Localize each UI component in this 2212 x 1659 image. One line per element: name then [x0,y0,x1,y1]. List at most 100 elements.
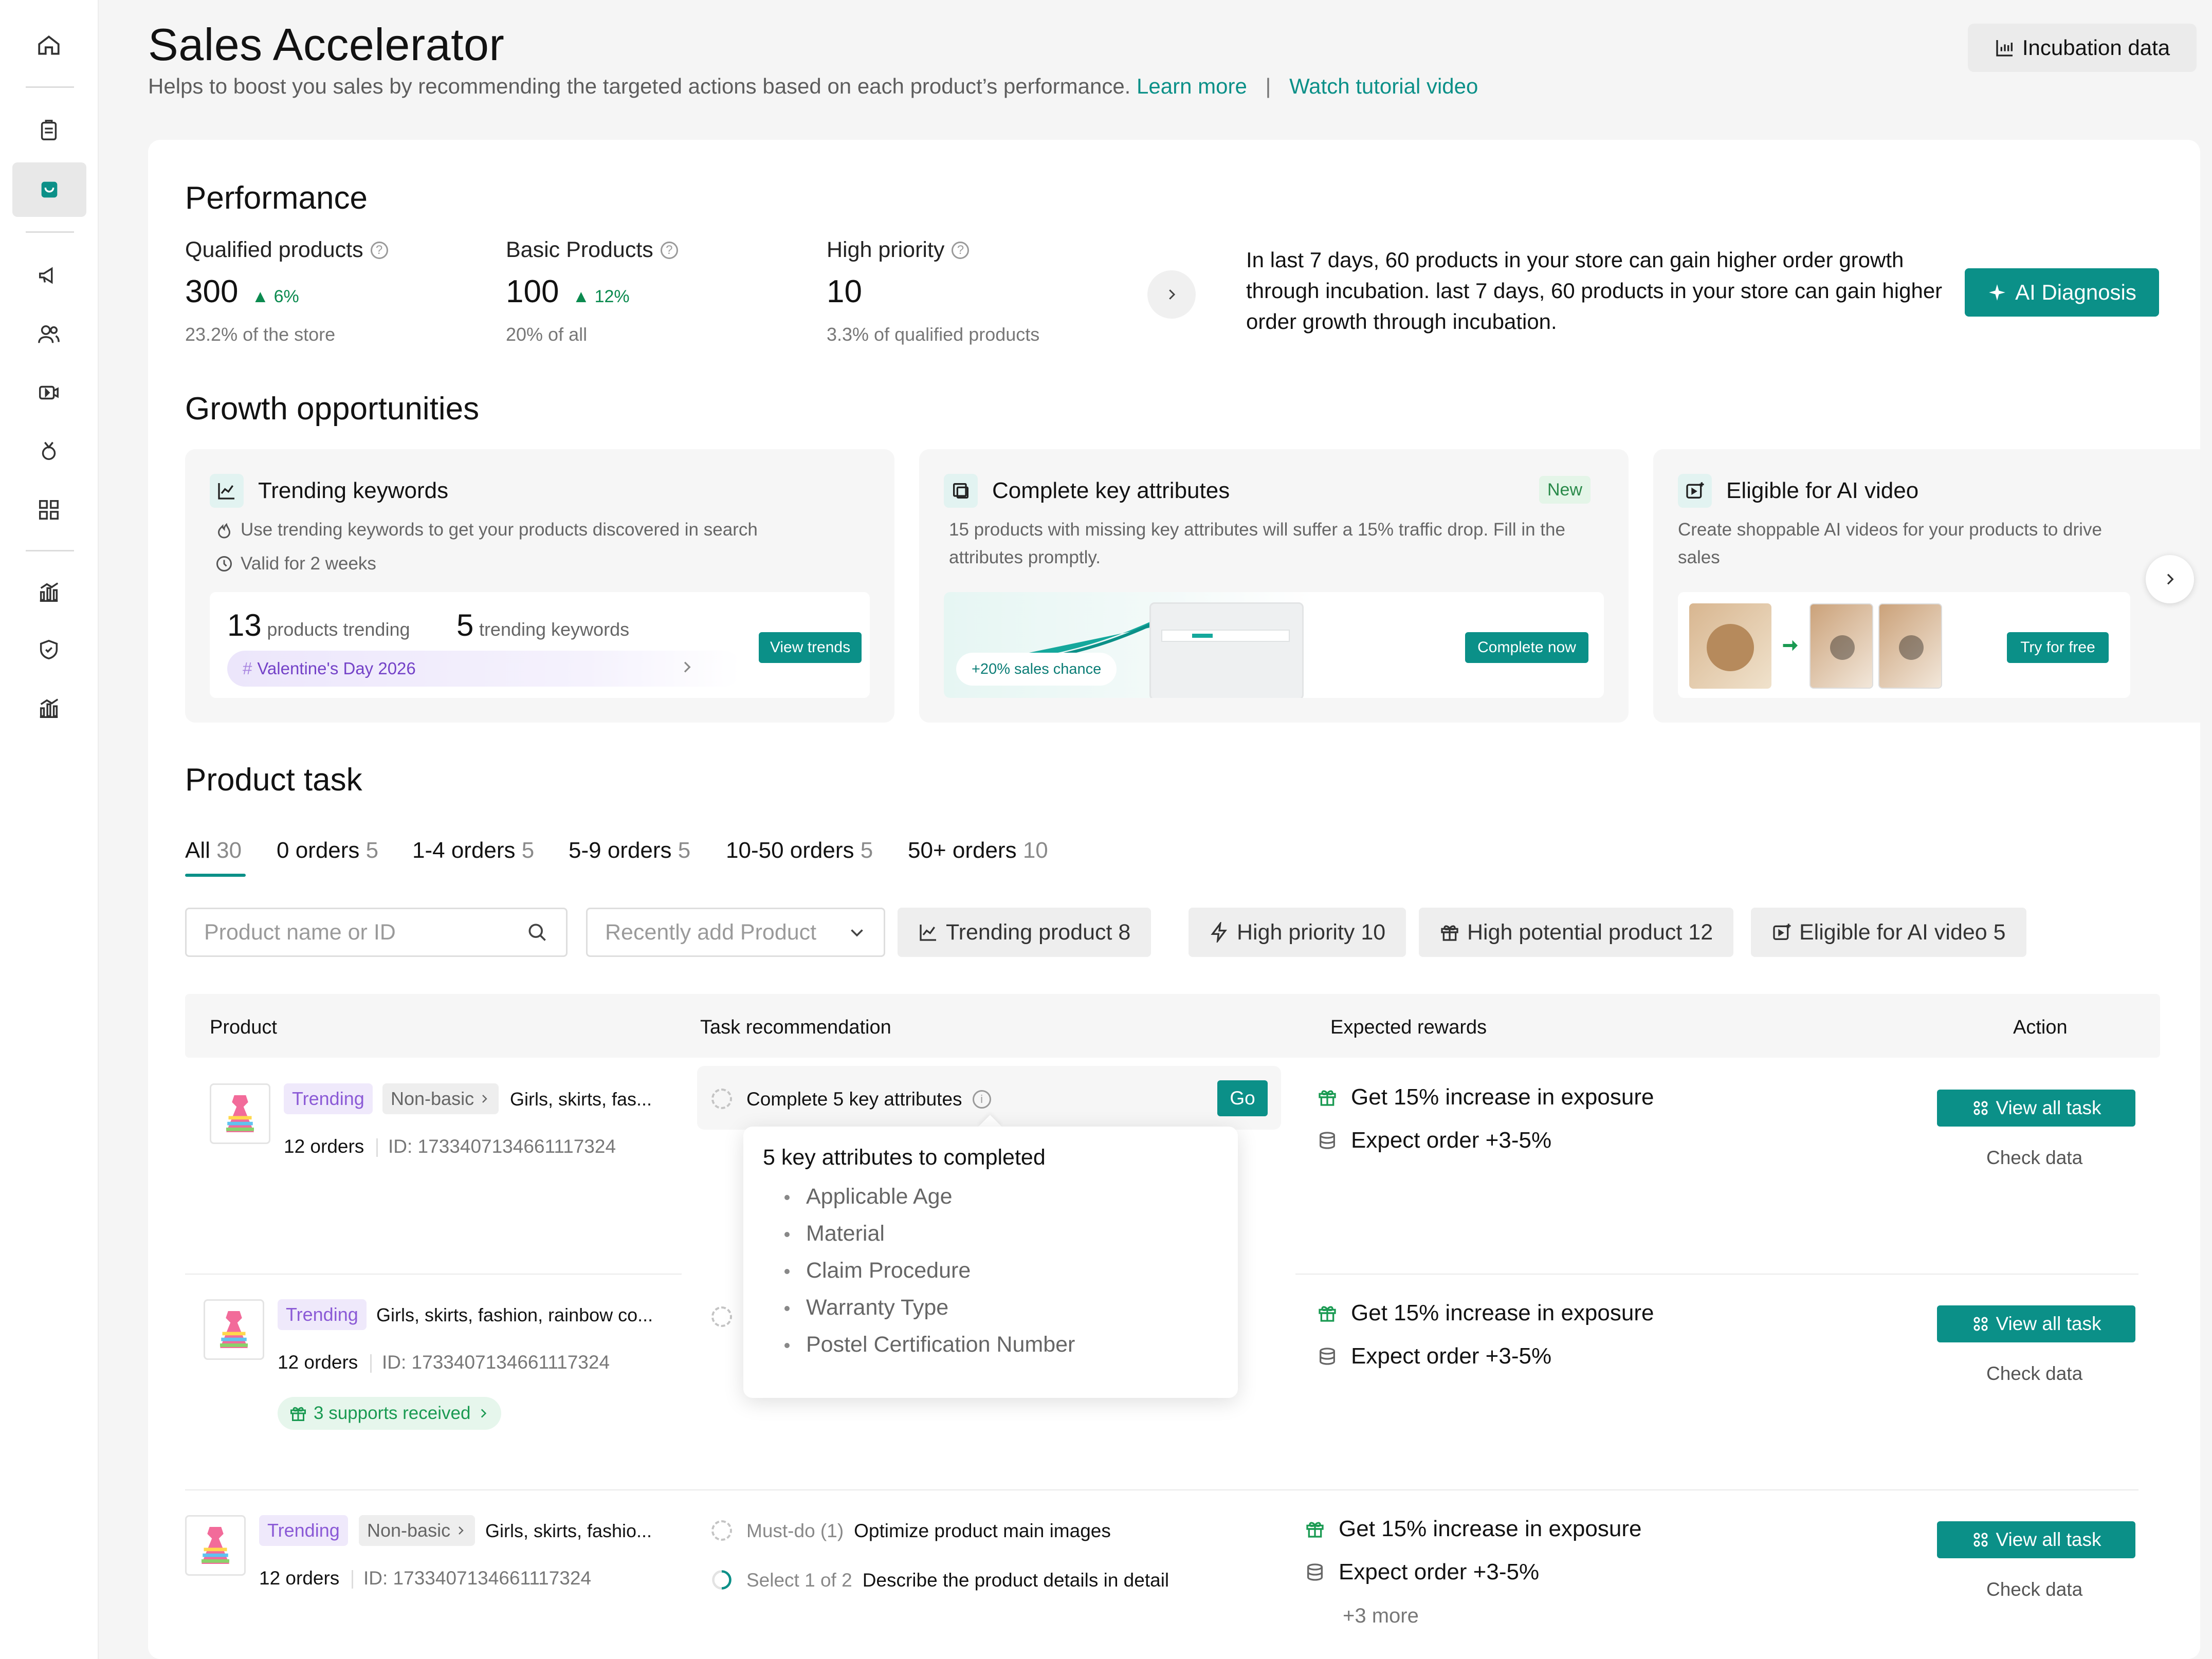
bar-chart-icon[interactable] [26,574,72,611]
check-data-link[interactable]: Check data [1986,1147,2082,1169]
product-name[interactable]: Girls, skirts, fas... [510,1089,652,1110]
attributes-popover: 5 key attributes to completed Applicable… [743,1127,1238,1398]
ai-diagnosis-button[interactable]: AI Diagnosis [1965,268,2159,317]
sort-select[interactable]: Recently add Product [586,908,885,957]
product-id: ID: 1733407134661117324 [352,1568,591,1589]
view-all-task-button[interactable]: View all task [1937,1521,2135,1558]
product-orders: 12 orders [284,1136,364,1157]
home-icon[interactable] [26,27,72,64]
bar-chart-icon[interactable] [26,690,72,727]
check-data-link[interactable]: Check data [1986,1363,2082,1385]
product-image[interactable] [210,1083,270,1144]
filter-trending-product[interactable]: Trending product 8 [898,908,1151,957]
tab-0-orders[interactable]: 0 orders 5 [277,838,378,863]
clipboard-icon[interactable] [26,112,72,149]
try-for-free-button[interactable]: Try for free [2007,632,2109,663]
phone-mockup [1149,602,1304,698]
row-divider [185,1489,2138,1490]
stat-number: 5 [456,608,474,642]
product-image[interactable] [204,1299,264,1360]
stat-label: products trending [267,619,410,640]
view-all-task-button[interactable]: View all task [1937,1090,2135,1127]
trending-stats-panel: 13 products trending 5 trending keywords… [210,592,870,698]
chevron-down-icon [851,929,863,937]
filter-label: High potential product 12 [1467,919,1713,945]
product-name[interactable]: Girls, skirts, fashio... [485,1520,652,1542]
supports-badge[interactable]: 3 supports received [278,1397,502,1430]
info-icon[interactable]: i [972,1090,991,1109]
reward-text: Get 15% increase in exposure [1351,1084,1654,1110]
tag-non-basic[interactable]: Non-basic [359,1515,476,1546]
stat-label: trending keywords [479,619,630,640]
tab-50-plus-orders[interactable]: 50+ orders 10 [908,838,1048,863]
metric-priority-label: High priority ? [827,237,970,263]
filter-eligible-ai-video[interactable]: Eligible for AI video 5 [1751,908,2026,957]
video-icon[interactable] [26,374,72,411]
go-button[interactable]: Go [1217,1080,1268,1116]
video-thumbnail [1878,603,1942,689]
task-label: Optimize product main images [854,1520,1111,1541]
flame-icon [217,523,231,539]
tutorial-video-link[interactable]: Watch tutorial video [1289,74,1478,98]
metric-qualified-text: Qualified products [185,237,363,262]
tab-5-9-orders[interactable]: 5-9 orders 5 [569,838,690,863]
sales-chance-pill: +20% sales chance [956,653,1117,686]
search-input[interactable]: Product name or ID [185,908,568,957]
growth-card-trending-keywords: Trending keywords Use trending keywords … [185,449,894,723]
product-orders: 12 orders [259,1568,340,1589]
grid-icon[interactable] [26,491,72,528]
view-all-task-button[interactable]: View all task [1937,1305,2135,1342]
shield-icon[interactable] [26,631,72,668]
trend-chart-icon [920,925,936,941]
medal-icon[interactable] [26,433,72,470]
product-image[interactable] [185,1515,246,1576]
product-id: ID: 1733407134661117324 [376,1136,616,1157]
store-icon[interactable] [12,162,86,217]
task-item[interactable]: Select 1 of 2 Describe the product detail… [746,1570,1169,1591]
more-rewards-link[interactable]: +3 more [1343,1605,1419,1628]
product-thumbnail [1689,603,1771,689]
megaphone-icon[interactable] [26,257,72,294]
growth-card-key-attributes: Complete key attributes New 15 products … [919,449,1629,723]
help-icon[interactable]: ? [370,241,388,259]
growth-next-button[interactable] [2146,555,2194,603]
help-icon[interactable]: ? [660,241,678,259]
product-name[interactable]: Girls, skirts, fashion, rainbow co... [376,1304,653,1326]
tab-label: 50+ orders [908,838,1017,863]
metric-qualified-value: 300 ▲ 6% [185,273,299,310]
popover-title: 5 key attributes to completed [763,1145,1046,1170]
product-orders: 12 orders [278,1352,358,1373]
tag-non-basic[interactable]: Non-basic [382,1083,499,1114]
incubation-data-button[interactable]: Incubation data [1968,24,2197,72]
metric-value: 10 [827,274,862,309]
growth-card-desc-text: Use trending keywords to get your produc… [241,520,758,540]
growth-card-title: Trending keywords [258,478,449,503]
row-divider [1295,1274,2138,1275]
users-icon[interactable] [26,316,72,353]
coins-icon [1320,1348,1335,1365]
tab-10-50-orders[interactable]: 10-50 orders 5 [726,838,873,863]
check-data-link[interactable]: Check data [1986,1579,2082,1600]
task-item[interactable]: Complete 5 key attributes i [746,1089,991,1110]
filter-high-priority[interactable]: High priority 10 [1189,908,1406,957]
tab-1-4-orders[interactable]: 1-4 orders 5 [412,838,534,863]
view-trends-button[interactable]: View trends [759,632,862,663]
tab-all[interactable]: All 30 [185,838,242,863]
learn-more-link[interactable]: Learn more [1137,74,1247,98]
popover-list: Applicable Age Material Claim Procedure … [784,1178,1075,1363]
main-card: Performance Qualified products ? 300 ▲ 6… [148,140,2200,1659]
tasks-icon [1973,1101,1988,1115]
keyword-tag[interactable]: # Valentine's Day 2026 [227,651,741,687]
metrics-next-button[interactable] [1147,270,1196,319]
link-separator: | [1265,74,1271,98]
play-icon [1830,635,1855,660]
complete-now-button[interactable]: Complete now [1465,632,1588,663]
task-item[interactable]: Must-do (1) Optimize product main images [746,1520,1111,1542]
help-icon[interactable]: ? [952,241,970,259]
brush-image [1707,624,1754,671]
filter-high-potential[interactable]: High potential product 12 [1419,908,1734,957]
stat-number: 13 [227,608,262,642]
metric-value: 300 [185,274,239,309]
tag-trending: Trending [278,1299,367,1330]
chevron-right-icon[interactable] [679,659,695,675]
